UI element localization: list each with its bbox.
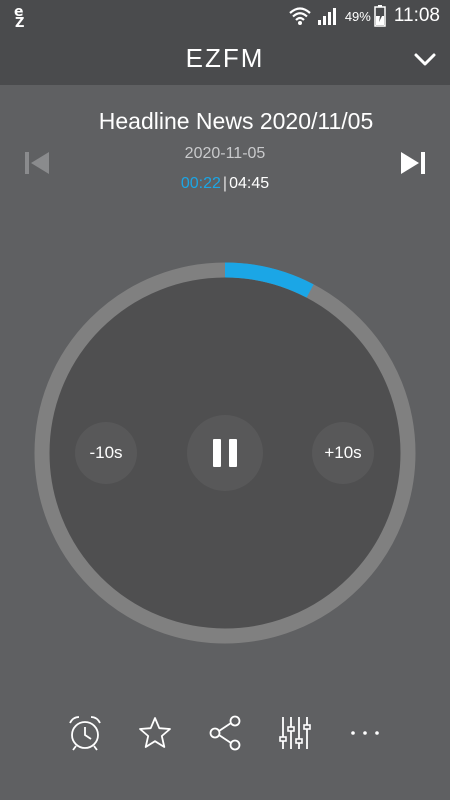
status-time: 11:08 [393, 5, 440, 26]
total-duration: 04:45 [229, 175, 270, 192]
time-separator: | [222, 175, 228, 192]
status-bar: e Z 49% 11:08 [0, 0, 450, 32]
elapsed-time: 00:22 [180, 175, 221, 192]
playback-time: 00:22 | 04:45 [0, 175, 450, 193]
alarm-clock-icon [69, 716, 101, 751]
more-options-button[interactable] [340, 708, 390, 758]
app-logo-icon: e Z [14, 4, 24, 28]
pause-button[interactable] [187, 415, 263, 491]
app-header: EZFM [0, 32, 450, 85]
wifi-icon [289, 7, 311, 25]
skip-next-icon[interactable] [398, 148, 428, 178]
signal-icon [317, 8, 336, 25]
more-icon [351, 731, 379, 735]
bottom-toolbar [0, 708, 450, 758]
episode-title: Headline News 2020/11/05 [98, 108, 374, 134]
status-icons: 49% 11:08 [289, 0, 440, 32]
chevron-down-icon[interactable] [412, 46, 438, 72]
share-icon [209, 715, 241, 751]
pause-icon [213, 439, 237, 467]
equalizer-icon [279, 717, 311, 749]
equalizer-button[interactable] [270, 708, 320, 758]
svg-text:Z: Z [15, 16, 24, 28]
star-icon [139, 717, 171, 748]
skip-previous-icon[interactable] [22, 148, 52, 178]
rewind-10s-button[interactable]: -10s [75, 422, 137, 484]
episode-date: 2020-11-05 [184, 145, 266, 162]
app-title: EZFM [185, 43, 265, 73]
favorite-button[interactable] [130, 708, 180, 758]
alarm-button[interactable] [60, 708, 110, 758]
battery-charging-icon [374, 5, 386, 27]
share-button[interactable] [200, 708, 250, 758]
battery-percent: 49% [344, 8, 371, 24]
forward-10s-button[interactable]: +10s [312, 422, 374, 484]
